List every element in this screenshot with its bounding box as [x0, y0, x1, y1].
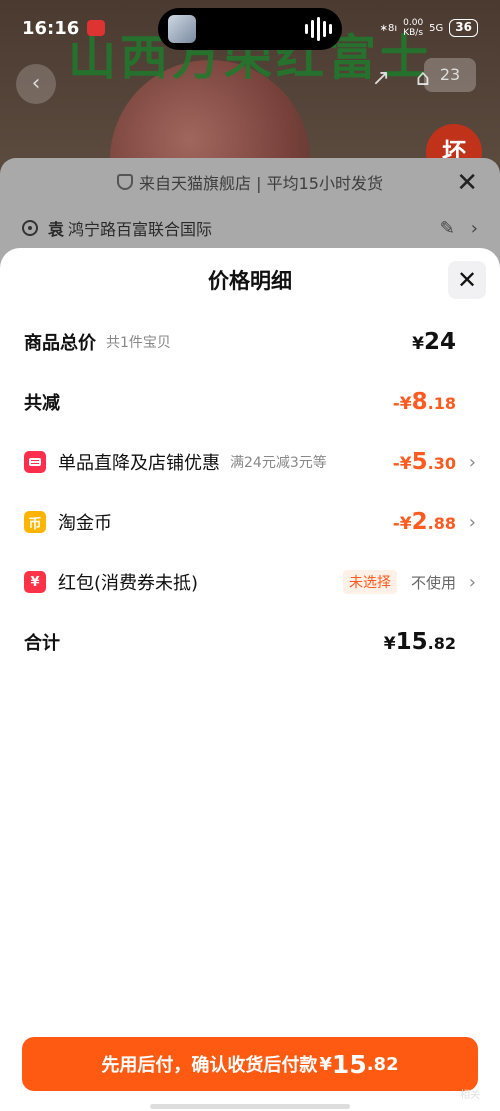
chevron-right-icon: ›: [470, 217, 478, 239]
shop-info-bar: 来自天猫旗舰店 | 平均15小时发货 ✕: [0, 158, 500, 206]
close-icon: ✕: [456, 168, 478, 198]
row-coins[interactable]: 币 淘金币 -¥ 2.88 ›: [24, 502, 476, 542]
address-text: 鸿宁路百富联合国际: [68, 220, 213, 239]
price-detail-sheet: 价格明细 ✕ 商品总价 共1件宝贝 ¥24 共减 -¥ 8.18 单品直降及店铺优…: [0, 248, 500, 1111]
net-speed: 0.00 KB/s: [403, 18, 424, 38]
home-indicator: [150, 1104, 350, 1109]
pay-button-int: 15: [331, 1049, 367, 1079]
audio-wave-icon: [305, 17, 332, 41]
row-redpacket[interactable]: ¥ 红包(消费券未抵) 未选择 不使用 ›: [24, 562, 476, 602]
location-icon: [22, 220, 38, 236]
row-total-reduce: 共减 -¥ 8.18: [24, 382, 476, 422]
coupon-icon: [24, 451, 46, 473]
close-icon: ✕: [456, 266, 478, 294]
row-label: 共减: [24, 393, 60, 414]
pay-button-label: 先用后付，确认收货后付款: [101, 1055, 318, 1076]
chevron-right-icon: ›: [468, 451, 476, 473]
total-price-value: ¥24: [412, 329, 456, 355]
back-icon: ‹: [16, 64, 56, 104]
row-sub: 满24元减3元等: [230, 455, 327, 471]
address-row: 袁 鸿宁路百富联合国际 ✎ ›: [0, 206, 500, 250]
shop-info-text: 来自天猫旗舰店 | 平均15小时发货: [139, 174, 383, 193]
row-total-price: 商品总价 共1件宝贝 ¥24: [24, 322, 476, 362]
battery-icon: 36: [449, 19, 478, 37]
image-count-badge: 23: [424, 58, 476, 92]
row-label: 红包(消费券未抵): [58, 573, 199, 594]
dynamic-island: [158, 8, 342, 50]
unselected-tag: 未选择: [342, 570, 397, 594]
discount-value: -¥ 5.30: [392, 449, 456, 475]
row-sum: 合计 ¥15.82: [24, 622, 476, 662]
sheet-header: 价格明细 ✕: [0, 248, 500, 312]
edit-icon: ✎: [439, 217, 455, 239]
pay-button-currency: ¥: [319, 1053, 332, 1075]
close-button[interactable]: ✕: [448, 261, 486, 299]
row-discount[interactable]: 单品直降及店铺优惠 满24元减3元等 -¥ 5.30 ›: [24, 442, 476, 482]
chevron-right-icon: ›: [468, 571, 476, 593]
status-bar: 16:16 ∗8ı 0.00 KB/s 5G 36: [0, 0, 500, 56]
coin-icon: 币: [24, 511, 46, 533]
row-sub: 共1件宝贝: [106, 335, 171, 351]
reduce-value: -¥ 8.18: [392, 389, 456, 415]
address-name: 袁: [48, 220, 65, 239]
coins-value: -¥ 2.88: [392, 509, 456, 535]
not-used-text: 不使用: [410, 573, 456, 592]
sum-value: ¥15.82: [383, 629, 456, 655]
row-label: 合计: [24, 633, 60, 654]
status-time: 16:16: [22, 17, 80, 39]
red-packet-icon: ¥: [24, 571, 46, 593]
notification-icon: [87, 20, 106, 36]
shield-icon: [117, 174, 134, 190]
sheet-title: 价格明细: [208, 269, 292, 293]
share-icon: ↗: [371, 66, 390, 91]
pay-button-dec: .82: [366, 1053, 399, 1075]
signal-icon: 5G: [429, 22, 444, 34]
pay-later-button[interactable]: 先用后付，确认收货后付款 ¥ 15 .82: [22, 1037, 478, 1091]
bluetooth-icon: ∗8ı: [379, 22, 398, 34]
row-label: 淘金币: [58, 513, 112, 534]
album-art: [168, 15, 196, 43]
row-label: 商品总价: [24, 333, 96, 354]
chevron-right-icon: ›: [468, 511, 476, 533]
row-label: 单品直降及店铺优惠: [58, 453, 220, 474]
corner-mark: 相关: [460, 1090, 480, 1101]
